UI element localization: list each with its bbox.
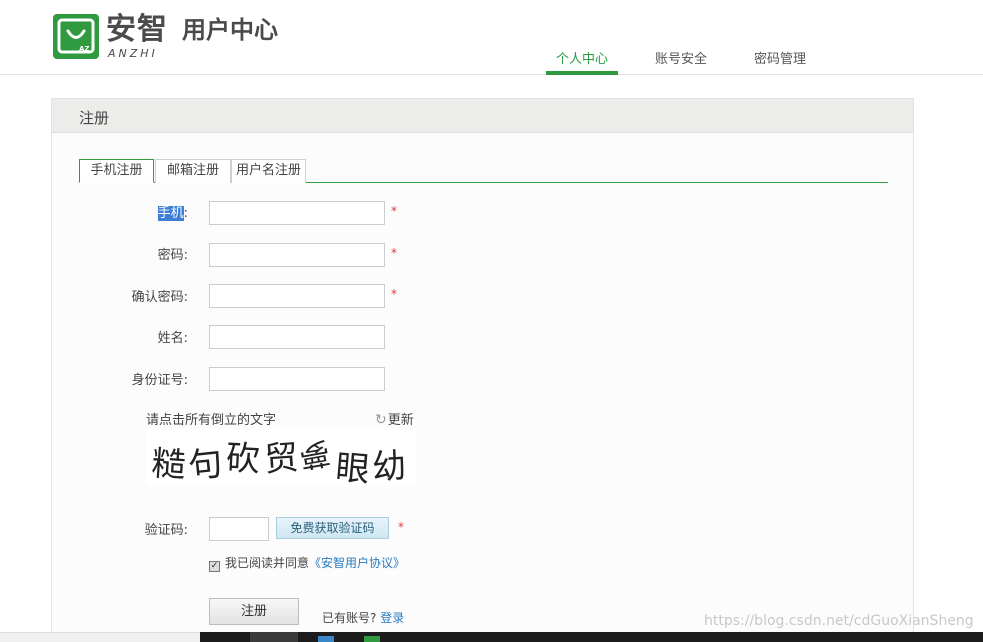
agree-text: 我已阅读并同意 <box>225 556 310 570</box>
register-panel: 注册 手机注册 邮箱注册 用户名注册 手机: * 密码: * 确认密码: * 姓… <box>51 98 914 642</box>
password-input[interactable] <box>209 243 385 267</box>
bottom-strip <box>0 632 200 642</box>
confirm-required-mark: * <box>391 287 397 301</box>
agree-checkbox[interactable]: ✓ <box>209 561 220 572</box>
captcha-char[interactable]: 夢 <box>296 433 333 482</box>
captcha-char[interactable]: 糙 <box>150 436 187 485</box>
captcha-hint: 请点击所有倒立的文字 <box>146 413 277 428</box>
phone-label: 手机: <box>78 202 188 221</box>
id-number-input[interactable] <box>209 367 385 391</box>
user-center-title: 用户中心 <box>182 16 278 44</box>
nav-personal-center[interactable]: 个人中心 <box>546 48 618 75</box>
phone-label-selected: 手机 <box>157 206 184 221</box>
confirm-password-input[interactable] <box>209 284 385 308</box>
password-label: 密码: <box>157 248 188 263</box>
nav-account-security[interactable]: 账号安全 <box>645 48 717 75</box>
confirm-password-label: 确认密码: <box>131 290 188 305</box>
top-header: AZ 安智 ANZHI 用户中心 个人中心 账号安全 密码管理 <box>0 0 983 75</box>
taskbar-item[interactable] <box>250 632 298 642</box>
logo-text-cn: 安智 <box>106 12 168 47</box>
captcha-char[interactable]: 眼 <box>334 440 372 485</box>
captcha-image[interactable]: 糙 句 砍 贸 夢 眼 幼 <box>146 429 416 485</box>
anzhi-logo[interactable]: AZ <box>53 14 99 59</box>
panel-title: 注册 <box>79 109 110 127</box>
taskbar-item[interactable] <box>364 636 380 642</box>
taskbar <box>200 632 983 642</box>
captcha-char[interactable]: 幼 <box>371 438 408 485</box>
watermark: https://blog.csdn.net/cdGuoXianSheng <box>704 613 974 629</box>
verify-code-input[interactable] <box>209 517 269 541</box>
refresh-icon: ↻ <box>375 412 387 428</box>
panel-header: 注册 <box>52 99 913 133</box>
refresh-label: 更新 <box>387 413 414 428</box>
tab-phone-register[interactable]: 手机注册 <box>79 159 154 183</box>
captcha-char[interactable]: 砍 <box>225 430 262 481</box>
password-required-mark: * <box>391 246 397 260</box>
nav-label: 密码管理 <box>753 52 806 67</box>
verify-required-mark: * <box>398 520 404 534</box>
nav-password-management[interactable]: 密码管理 <box>744 48 816 75</box>
phone-label-colon: : <box>183 206 188 221</box>
taskbar-item[interactable] <box>318 636 334 642</box>
logo-text-en: ANZHI <box>108 47 158 60</box>
tab-email-register[interactable]: 邮箱注册 <box>155 159 231 183</box>
name-label: 姓名: <box>157 331 188 346</box>
captcha-refresh-button[interactable]: ↻更新 <box>375 409 414 428</box>
shopping-bag-icon: AZ <box>57 18 95 54</box>
nav-label: 个人中心 <box>555 52 608 67</box>
captcha-char[interactable]: 句 <box>186 435 225 485</box>
has-account-text: 已有账号? <box>322 611 377 625</box>
nav-label: 账号安全 <box>654 52 707 67</box>
logo-badge-text: AZ <box>79 45 90 53</box>
captcha-char[interactable]: 贸 <box>262 430 300 481</box>
user-agreement-link[interactable]: 《安智用户协议》 <box>309 556 405 570</box>
tab-username-register[interactable]: 用户名注册 <box>231 159 306 183</box>
login-link[interactable]: 登录 <box>380 611 404 625</box>
has-account-row: 已有账号? 登录 <box>322 609 404 626</box>
agreement-row: ✓ 我已阅读并同意《安智用户协议》 <box>209 554 405 572</box>
get-verify-code-button[interactable]: 免费获取验证码 <box>276 517 389 539</box>
phone-input[interactable] <box>209 201 385 225</box>
name-input[interactable] <box>209 325 385 349</box>
register-button[interactable]: 注册 <box>209 598 299 625</box>
id-number-label: 身份证号: <box>131 373 188 388</box>
phone-required-mark: * <box>391 204 397 218</box>
verify-code-label: 验证码: <box>144 523 188 538</box>
